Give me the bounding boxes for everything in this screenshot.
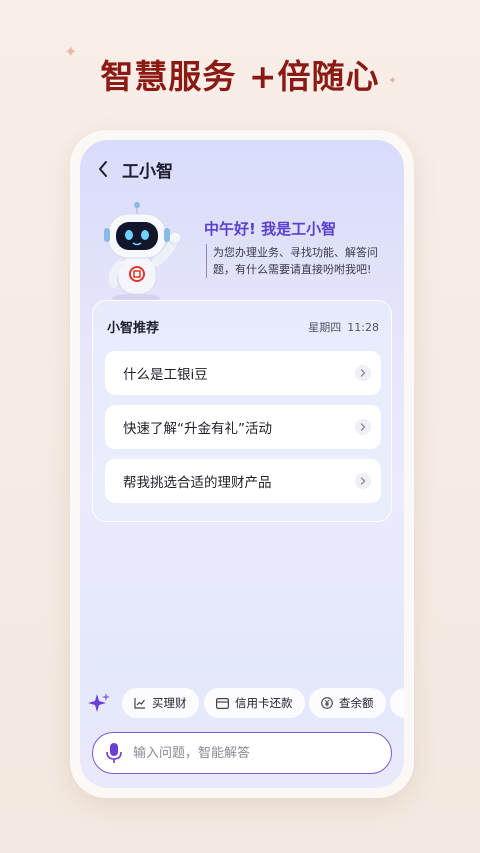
microphone-icon[interactable]	[105, 742, 123, 764]
back-button[interactable]	[86, 154, 120, 184]
sparkle-icon	[88, 693, 110, 712]
recommend-item-label: 快速了解“升金有礼”活动	[123, 421, 272, 437]
chevron-right-icon	[355, 473, 371, 489]
chip-label: 信用卡还款	[235, 696, 293, 710]
assistant-screen: 工小智 中午好! 我是工小智 为您办理业务、寻找功能、解答问题，有什么需要请直接…	[80, 140, 404, 788]
chip-label: 买理财	[152, 696, 187, 710]
quick-action-more[interactable]	[390, 688, 404, 718]
chart-icon	[134, 698, 145, 709]
sparkle-icon: ✦	[388, 74, 398, 87]
page-title: 工小智	[122, 161, 173, 182]
question-input-bar	[92, 732, 392, 774]
recommend-item[interactable]: 什么是工银i豆	[105, 351, 381, 395]
chip-label: 查余额	[339, 696, 374, 710]
quick-action-buy-finance[interactable]: 买理财	[122, 688, 199, 718]
weekday-text: 星期四	[308, 320, 342, 334]
magic-button[interactable]	[84, 688, 114, 718]
time-text: 11:28	[347, 320, 379, 334]
question-input[interactable]	[133, 745, 363, 761]
robot-mascot-icon	[104, 202, 182, 302]
chevron-right-icon	[355, 419, 371, 435]
recommend-title: 小智推荐	[107, 321, 160, 336]
chevron-right-icon	[355, 365, 371, 381]
recommend-item[interactable]: 快速了解“升金有礼”活动	[105, 405, 381, 449]
recommend-timestamp: 星期四 11:28	[308, 319, 379, 335]
yuan-icon	[321, 697, 333, 709]
recommend-card: 小智推荐 星期四 11:28 什么是工银i豆 快速了解“升金有礼”活动 帮我挑选…	[92, 300, 392, 522]
quick-action-check-balance[interactable]: 查余额	[309, 688, 386, 718]
chevron-left-icon	[99, 161, 107, 177]
recommend-item-label: 帮我挑选合适的理财产品	[123, 475, 272, 491]
sparkle-icon: ✦	[64, 42, 78, 61]
recommend-item-label: 什么是工银i豆	[123, 367, 208, 383]
quick-action-credit-repay[interactable]: 信用卡还款	[204, 688, 305, 718]
recommend-list: 什么是工银i豆 快速了解“升金有礼”活动 帮我挑选合适的理财产品	[105, 351, 381, 513]
recommend-item[interactable]: 帮我挑选合适的理财产品	[105, 459, 381, 503]
intro-text: 为您办理业务、寻找功能、解答问题，有什么需要请直接吩咐我吧!	[206, 244, 396, 278]
greeting-text: 中午好! 我是工小智	[204, 220, 337, 238]
nav-bar: 工小智	[80, 154, 404, 184]
recommend-header: 小智推荐 星期四 11:28	[107, 317, 379, 337]
card-icon	[216, 697, 229, 709]
quick-actions-row: 买理财 信用卡还款 查余额	[80, 686, 404, 720]
phone-frame: 工小智 中午好! 我是工小智 为您办理业务、寻找功能、解答问题，有什么需要请直接…	[70, 130, 414, 798]
